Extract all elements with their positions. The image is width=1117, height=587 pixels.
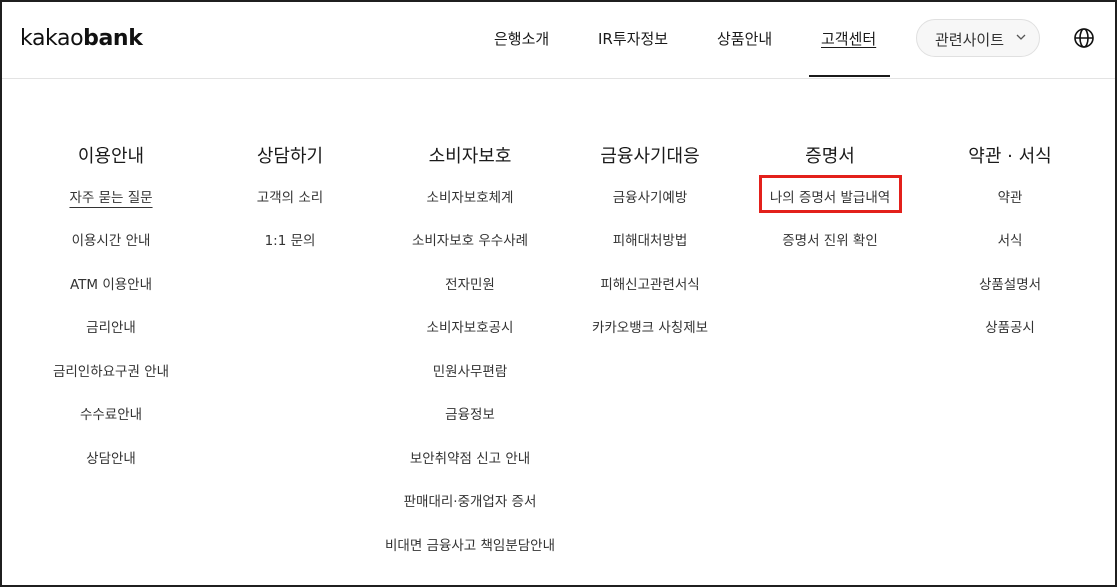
- nav-item-ir[interactable]: IR투자정보: [598, 28, 668, 49]
- chevron-down-icon: [1016, 34, 1026, 40]
- menu-item-certificate-verify[interactable]: 증명서 진위 확인: [782, 229, 878, 249]
- nav-active-indicator: [809, 75, 890, 77]
- column-title-fraud-response: 금융사기대응: [600, 146, 700, 167]
- menu-item-protection-system[interactable]: 소비자보호체계: [427, 186, 514, 206]
- menu-item-one-on-one[interactable]: 1:1 문의: [265, 229, 316, 249]
- logo-text-bank: bank: [83, 26, 143, 51]
- header: kakaobank 은행소개 IR투자정보 상품안내 고객센터 관련사이트: [2, 2, 1115, 79]
- column-title-consult: 상담하기: [256, 146, 324, 167]
- menu-item-complaint-manual[interactable]: 민원사무편람: [433, 360, 508, 380]
- column-title-terms-forms: 약관 · 서식: [968, 146, 1052, 167]
- menu-item-best-practices[interactable]: 소비자보호 우수사례: [412, 229, 528, 249]
- kakaobank-logo[interactable]: kakaobank: [20, 26, 143, 51]
- menu-item-product-disclosure[interactable]: 상품공시: [985, 316, 1035, 336]
- menu-item-hours[interactable]: 이용시간 안내: [72, 229, 151, 249]
- menu-item-damage-response[interactable]: 피해대처방법: [613, 229, 688, 249]
- menu-item-liability-sharing[interactable]: 비대면 금융사고 책임분담안내: [385, 534, 555, 554]
- menu-item-impersonation-report[interactable]: 카카오뱅크 사칭제보: [592, 316, 708, 336]
- highlight-box: [759, 175, 902, 213]
- column-title-consumer-protection: 소비자보호: [428, 146, 512, 167]
- menu-item-damage-report-forms[interactable]: 피해신고관련서식: [600, 273, 699, 293]
- page-frame: kakaobank 은행소개 IR투자정보 상품안내 고객센터 관련사이트 이용…: [0, 0, 1117, 587]
- menu-item-product-manual[interactable]: 상품설명서: [979, 273, 1041, 293]
- menu-item-fees[interactable]: 수수료안내: [80, 403, 142, 423]
- menu-item-fraud-prevention[interactable]: 금융사기예방: [613, 186, 688, 206]
- menu-item-consult-guide[interactable]: 상담안내: [86, 447, 136, 467]
- menu-item-forms[interactable]: 서식: [998, 229, 1023, 249]
- nav-item-customer-center[interactable]: 고객센터: [821, 28, 876, 49]
- menu-item-atm[interactable]: ATM 이용안내: [70, 273, 152, 293]
- related-sites-label: 관련사이트: [935, 31, 1005, 49]
- menu-item-vulnerability-report[interactable]: 보안취약점 신고 안내: [410, 447, 530, 467]
- menu-item-faq[interactable]: 자주 묻는 질문: [69, 186, 152, 206]
- related-sites-button[interactable]: 관련사이트: [916, 19, 1040, 57]
- menu-item-financial-info[interactable]: 금융정보: [445, 403, 495, 423]
- column-title-usage-guide: 이용안내: [77, 146, 145, 167]
- menu-item-agent-certificate[interactable]: 판매대리·중개업자 증서: [404, 490, 537, 510]
- logo-text-kakao: kakao: [20, 26, 84, 51]
- menu-item-interest[interactable]: 금리안내: [86, 316, 136, 336]
- globe-icon[interactable]: [1073, 27, 1095, 49]
- menu-item-protection-disclosure[interactable]: 소비자보호공시: [427, 316, 514, 336]
- nav-item-about[interactable]: 은행소개: [494, 28, 549, 49]
- nav-item-products[interactable]: 상품안내: [717, 28, 772, 49]
- menu-item-rate-cut-right[interactable]: 금리인하요구권 안내: [53, 360, 169, 380]
- menu-item-e-complaint[interactable]: 전자민원: [445, 273, 495, 293]
- column-title-certificates: 증명서: [805, 146, 855, 167]
- menu-item-customer-voice[interactable]: 고객의 소리: [257, 186, 323, 206]
- menu-item-terms[interactable]: 약관: [998, 186, 1023, 206]
